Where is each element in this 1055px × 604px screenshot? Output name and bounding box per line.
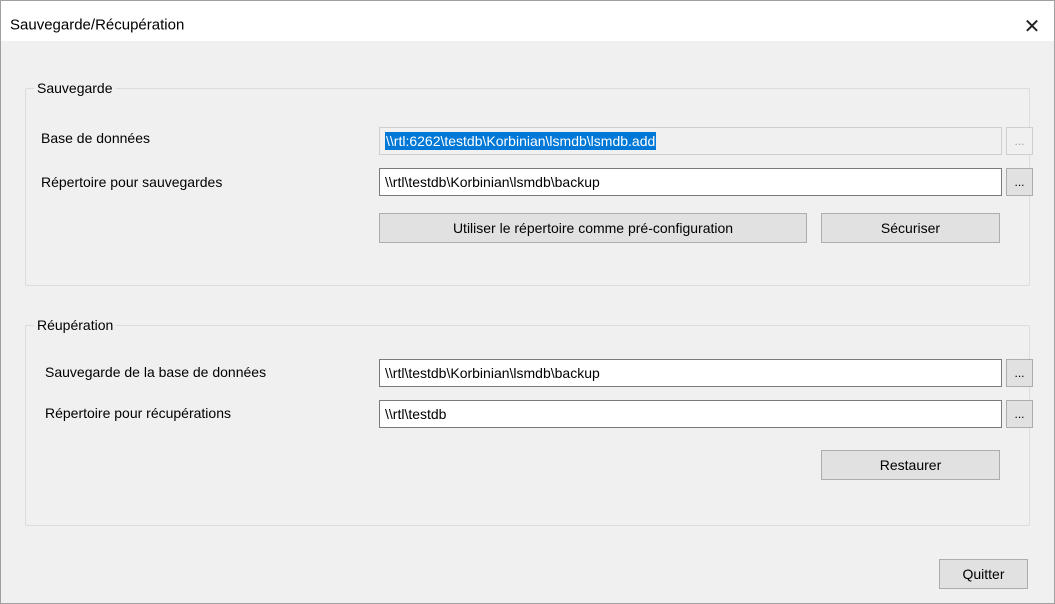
title-bar: Sauvegarde/Récupération ✕ [1, 1, 1054, 41]
backup-restore-dialog: Sauvegarde/Récupération ✕ Sauvegarde Bas… [0, 0, 1055, 604]
restore-backup-browse-button[interactable]: ... [1006, 359, 1033, 387]
database-browse-button[interactable]: ... [1006, 127, 1033, 155]
restore-backup-label: Sauvegarde de la base de données [45, 364, 267, 380]
backup-group-legend: Sauvegarde [34, 79, 116, 97]
restore-dir-label: Répertoire pour récupérations [45, 405, 231, 421]
restore-button[interactable]: Restaurer [821, 450, 1000, 480]
window-title: Sauvegarde/Récupération [10, 16, 185, 34]
restore-group-legend: Réupération [34, 316, 117, 334]
database-label: Base de données [41, 130, 150, 146]
restore-backup-field[interactable]: \\rtl\testdb\Korbinian\lsmdb\backup [379, 359, 1002, 387]
restore-dir-browse-button[interactable]: ... [1006, 400, 1033, 428]
backup-dir-field[interactable]: \\rtl\testdb\Korbinian\lsmdb\backup [379, 168, 1002, 196]
close-icon[interactable]: ✕ [1010, 11, 1054, 41]
use-as-preset-button[interactable]: Utiliser le répertoire comme pré-configu… [379, 213, 807, 243]
database-field-value: \\rtl:6262\testdb\Korbinian\lsmdb\lsmdb.… [385, 132, 657, 150]
backup-dir-browse-button[interactable]: ... [1006, 168, 1033, 196]
restore-dir-field[interactable]: \\rtl\testdb [379, 400, 1002, 428]
quit-button[interactable]: Quitter [939, 559, 1028, 589]
backup-dir-label: Répertoire pour sauvegardes [41, 174, 223, 190]
database-field[interactable]: \\rtl:6262\testdb\Korbinian\lsmdb\lsmdb.… [379, 127, 1002, 155]
secure-button[interactable]: Sécuriser [821, 213, 1000, 243]
